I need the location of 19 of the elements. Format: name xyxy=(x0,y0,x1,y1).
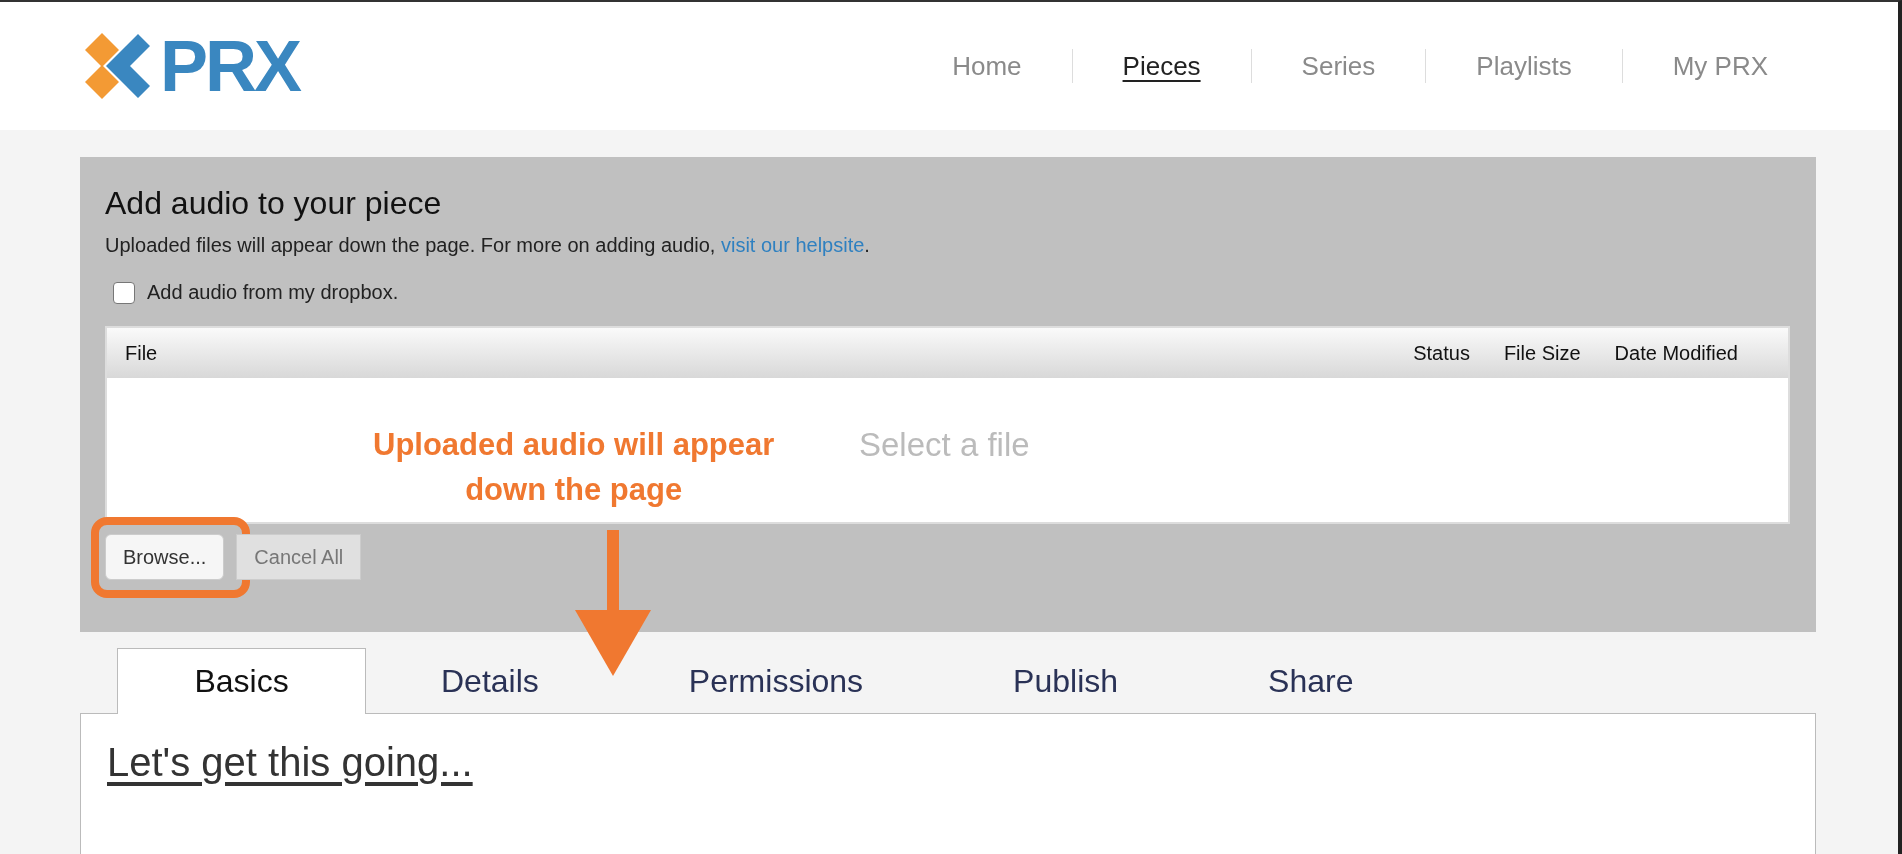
nav-link[interactable]: Pieces xyxy=(1072,50,1251,82)
empty-message: Select a file xyxy=(859,426,1030,463)
annotation-text: Uploaded audio will appear down the page xyxy=(373,426,775,509)
column-header: File xyxy=(125,341,159,365)
section-heading: Let's get this going... xyxy=(107,740,474,785)
tab[interactable]: Share xyxy=(1193,648,1429,714)
panel-description: Uploaded files will appear down the page. For more on adding audio, visit our helpsite. xyxy=(105,234,871,257)
tab[interactable]: Basics xyxy=(117,648,366,714)
browse-button[interactable]: Browse... xyxy=(105,534,225,580)
tab[interactable]: Details xyxy=(366,648,614,714)
tab[interactable]: Permissions xyxy=(613,648,939,714)
column-header: Date Modified xyxy=(1614,341,1738,365)
logo-text: PRX xyxy=(160,30,300,102)
column-header: Status xyxy=(1413,341,1470,365)
checkbox-label: Add audio from my dropbox. xyxy=(147,281,399,304)
tab[interactable]: Publish xyxy=(938,648,1194,714)
panel-title: Add audio to your piece xyxy=(105,185,443,222)
column-header: File Size xyxy=(1503,341,1581,365)
checkbox[interactable] xyxy=(113,281,135,304)
